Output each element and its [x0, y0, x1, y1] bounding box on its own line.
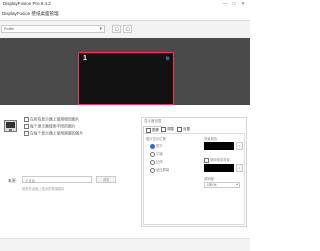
tab-settings[interactable]: 设置 — [177, 126, 190, 132]
option-label: 每个显示器使用不同的图片 — [30, 124, 76, 129]
toolbar: Profile ▾ ☐ ☐ — [0, 20, 250, 40]
tab-adjust[interactable]: 调整 — [161, 126, 174, 132]
status-bar — [0, 238, 250, 251]
panel-title: 显示器设置 — [144, 119, 162, 123]
option-label: 在每个显示器上使用跨越的图片 — [30, 131, 84, 136]
window-title: DisplayFusion Pro 9.4.2 — [3, 1, 51, 6]
toolbar-button-2[interactable]: ☐ — [123, 25, 132, 33]
background-hint: 用来在桌面上显示的背景图片 — [22, 187, 65, 191]
monitor-settings-icon[interactable]: ⚙ — [166, 56, 170, 62]
option-same-image[interactable]: 在所有显示器上使用相同图片 — [24, 117, 79, 123]
profile-select-value: Profile — [4, 27, 14, 31]
background-source-select[interactable]: 无背景 — [22, 176, 92, 183]
checkbox[interactable] — [24, 124, 29, 129]
opacity-value: 100 % — [207, 183, 217, 187]
gradient-color-swatch[interactable] — [204, 164, 234, 172]
profile-select[interactable]: Profile ▾ — [1, 25, 105, 33]
radio-stretch[interactable]: 拉伸 — [150, 159, 163, 165]
chevron-down-icon: ▾ — [99, 26, 102, 32]
title-bar: DisplayFusion Pro 9.4.2 — □ ✕ — [0, 0, 250, 7]
position-label: 图片显示位置: — [146, 137, 167, 141]
background-source-value: 无背景 — [25, 179, 35, 183]
radio-tile[interactable]: 平铺 — [150, 151, 163, 157]
monitor-1[interactable]: 1 ⚙ — [78, 52, 174, 105]
app-subtitle: DisplayFusion 壁纸桌面管理 — [2, 11, 59, 16]
radio-fit[interactable]: 适应屏幕 — [150, 167, 169, 173]
option-span-image[interactable]: 在每个显示器上使用跨越的图片 — [24, 131, 83, 137]
opacity-label: 透明度: — [204, 177, 215, 181]
maximize-button[interactable]: □ — [231, 1, 237, 6]
tab-image[interactable]: 图像 — [143, 126, 162, 133]
toolbar-button-1[interactable]: ☐ — [112, 25, 121, 33]
option-different-images[interactable]: 每个显示器使用不同的图片 — [24, 124, 76, 130]
checkbox[interactable] — [24, 131, 29, 136]
stepper-arrow-icon[interactable]: ▴ — [236, 182, 238, 186]
color-picker-button[interactable]: ◐ — [236, 142, 243, 150]
app-header: DisplayFusion 壁纸桌面管理 — [0, 7, 250, 20]
opacity-stepper[interactable]: 100 % ▴ — [204, 182, 240, 188]
checkbox[interactable] — [24, 117, 29, 122]
radio-center[interactable]: 居中 — [150, 143, 163, 149]
minimize-button[interactable]: — — [222, 1, 228, 6]
monitor-number: 1 — [83, 55, 87, 62]
background-color-swatch[interactable] — [204, 142, 234, 150]
option-label: 在所有显示器上使用相同图片 — [30, 117, 80, 122]
background-color-label: 背景颜色: — [204, 137, 219, 141]
close-button[interactable]: ✕ — [240, 1, 246, 6]
gradient-checkbox[interactable]: 使用渐变背景 — [204, 157, 230, 163]
gradient-picker-button[interactable]: ◐ — [236, 164, 243, 172]
background-source-label: 来源: — [8, 179, 17, 183]
computer-icon — [4, 120, 17, 132]
browse-button[interactable]: 浏览 — [96, 176, 116, 183]
